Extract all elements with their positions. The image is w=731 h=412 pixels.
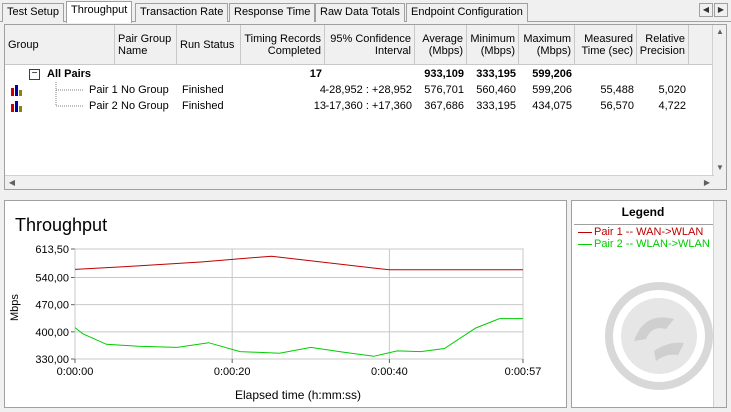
cell-maximum: 599,206 (532, 68, 572, 80)
cell-minimum: 333,195 (476, 68, 516, 80)
y-tick-label: 470,00 (35, 300, 69, 312)
y-tick-label: 613,50 (35, 244, 69, 256)
table-row[interactable]: Pair 1 No Group Finished 4 -28,952 : +28… (5, 82, 714, 98)
cell-records: 17 (309, 68, 322, 80)
chart-pair-icon (11, 101, 22, 112)
y-tick-label: 330,00 (35, 354, 69, 366)
chart-x-label: Elapsed time (h:mm:ss) (235, 388, 362, 402)
cell-minimum: 560,460 (476, 84, 516, 96)
legend-item-pair-2[interactable]: Pair 2 -- WLAN->WLAN (578, 238, 710, 250)
cell-ci: -17,360 : +17,360 (325, 100, 412, 112)
cell-minimum: 333,195 (476, 100, 516, 112)
cell-ci: -28,952 : +28,952 (325, 84, 412, 96)
series-line-pair-1 (74, 255, 523, 271)
tab-endpoint-configuration[interactable]: Endpoint Configuration (406, 3, 528, 22)
results-table: Group Pair Group Name Run Status Timing … (4, 24, 727, 190)
y-tick-label: 540,00 (35, 273, 69, 285)
col-run-status[interactable]: Run Status (177, 25, 241, 65)
col-confidence-interval[interactable]: 95% Confidence Interval (325, 25, 415, 65)
legend-label: Pair 2 -- WLAN->WLAN (594, 238, 710, 250)
scroll-right-icon[interactable]: ▶ (700, 176, 714, 189)
legend-title: Legend (621, 205, 665, 219)
cell-group: No Group (121, 84, 169, 96)
col-average[interactable]: Average (Mbps) (415, 25, 467, 65)
scroll-left-icon[interactable]: ◀ (5, 176, 19, 189)
cell-pair: Pair 2 (89, 100, 118, 112)
legend-item-pair-1[interactable]: Pair 1 -- WAN->WLAN (578, 226, 703, 238)
cell-average: 933,109 (424, 68, 464, 80)
tab-transaction-rate[interactable]: Transaction Rate (135, 3, 229, 22)
chart-pair-icon (11, 85, 22, 96)
cell-precision: 5,020 (658, 84, 686, 96)
legend-divider (574, 224, 714, 225)
cell-maximum: 599,206 (532, 84, 572, 96)
cell-time: 55,488 (600, 84, 634, 96)
scroll-down-icon[interactable]: ▼ (713, 161, 726, 175)
table-horizontal-scrollbar[interactable]: ◀ ▶ (5, 175, 714, 189)
cell-time: 56,570 (600, 100, 634, 112)
chart-plot: 613,50 540,00 470,00 400,00 330,000:00:00 0:0… (35, 244, 542, 378)
legend-panel: Legend Pair 1 -- WAN->WLAN Pair 2 -- WLA… (571, 200, 727, 408)
cell-status: Finished (182, 100, 224, 112)
table-row[interactable]: Pair 2 No Group Finished 13 -17,360 : +1… (5, 98, 714, 114)
cell-status: Finished (182, 84, 224, 96)
tab-test-setup[interactable]: Test Setup (2, 3, 64, 22)
chart-y-label: Mbps (9, 294, 21, 321)
cell-precision: 4,722 (658, 100, 686, 112)
x-tick-label: 0:00:20 (214, 366, 251, 378)
cell-maximum: 434,075 (532, 100, 572, 112)
x-tick-label: 0:00:00 (57, 366, 94, 378)
legend-label: Pair 1 -- WAN->WLAN (594, 226, 704, 238)
col-measured-time[interactable]: Measured Time (sec) (575, 25, 637, 65)
x-tick-label: 0:00:57 (505, 366, 542, 378)
table-vertical-scrollbar[interactable]: ▲ ▼ (712, 25, 726, 189)
gecid-watermark-logo (605, 282, 713, 390)
tab-scroll-left-icon[interactable]: ◀ (699, 3, 713, 17)
scroll-up-icon[interactable]: ▲ (713, 25, 726, 39)
legend-swatch (578, 231, 592, 233)
col-minimum[interactable]: Minimum (Mbps) (467, 25, 519, 65)
tab-scroll-right-icon[interactable]: ▶ (714, 3, 728, 17)
tab-bar: Test Setup Throughput Transaction Rate R… (0, 0, 731, 23)
series-line-pair-2 (74, 318, 523, 357)
cell-average: 576,701 (424, 84, 464, 96)
col-maximum[interactable]: Maximum (Mbps) (519, 25, 575, 65)
tab-response-time[interactable]: Response Time (229, 3, 316, 22)
legend-scrollbar[interactable] (713, 201, 726, 407)
tab-throughput[interactable]: Throughput (66, 1, 133, 23)
throughput-chart: Throughput 613,50 540,00 470,00 400,00 330,0… (4, 200, 567, 408)
col-relative-precision[interactable]: Relative Precision (637, 25, 689, 65)
y-tick-label: 400,00 (35, 327, 69, 339)
cell-average: 367,686 (424, 100, 464, 112)
cell-pair: Pair 1 (89, 84, 118, 96)
cell-records: 13 (313, 100, 326, 112)
x-tick-label: 0:00:40 (371, 366, 408, 378)
cell-group: No Group (121, 100, 169, 112)
legend-swatch (578, 243, 592, 245)
tab-raw-data-totals[interactable]: Raw Data Totals (315, 3, 405, 22)
col-timing-records[interactable]: Timing Records Completed (241, 25, 325, 65)
cell-records: 4 (319, 84, 326, 96)
